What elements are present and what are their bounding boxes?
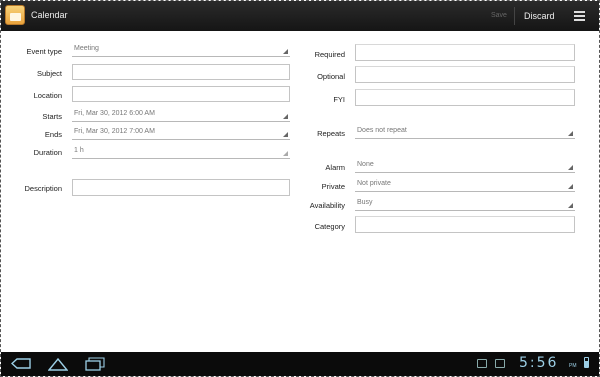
- notification-icons[interactable]: [477, 359, 505, 368]
- dropdown-arrow-icon: [568, 203, 573, 208]
- private-label: Private: [321, 182, 345, 191]
- app-title: Calendar: [31, 10, 68, 20]
- duration-value: 1 h: [74, 147, 84, 154]
- required-input[interactable]: [355, 44, 575, 61]
- ends-label: Ends: [44, 130, 62, 139]
- fyi-label: FYI: [333, 95, 345, 104]
- optional-field[interactable]: [358, 67, 574, 82]
- subject-field[interactable]: [75, 65, 289, 79]
- duration-dropdown[interactable]: 1 h: [72, 145, 290, 159]
- battery-icon: [584, 357, 589, 368]
- category-label: Category: [314, 222, 345, 231]
- description-field[interactable]: [75, 180, 289, 195]
- clock[interactable]: 5:56: [519, 355, 558, 371]
- ends-value: Fri, Mar 30, 2012 7:00 AM: [74, 128, 155, 135]
- subject-label: Subject: [36, 69, 62, 78]
- optional-label: Optional: [317, 72, 345, 81]
- optional-input[interactable]: [355, 66, 575, 83]
- ends-dropdown[interactable]: Fri, Mar 30, 2012 7:00 AM: [72, 126, 290, 140]
- starts-value: Fri, Mar 30, 2012 6:00 AM: [74, 110, 155, 117]
- required-label: Required: [314, 50, 345, 59]
- recent-apps-icon[interactable]: [85, 357, 105, 371]
- location-field[interactable]: [75, 87, 289, 101]
- availability-value: Busy: [357, 199, 373, 206]
- event-type-label: Event type: [26, 47, 62, 56]
- private-value: Not private: [357, 180, 391, 187]
- starts-dropdown[interactable]: Fri, Mar 30, 2012 6:00 AM: [72, 108, 290, 122]
- overflow-menu-icon[interactable]: [574, 11, 585, 21]
- back-icon[interactable]: [11, 358, 31, 369]
- alarm-value: None: [357, 161, 374, 168]
- repeats-dropdown[interactable]: Does not repeat: [355, 125, 575, 139]
- action-bar: Calendar Save Discard: [1, 1, 599, 31]
- action-bar-divider: [514, 7, 515, 25]
- clock-ampm: PM: [569, 363, 577, 369]
- dropdown-arrow-icon: [283, 151, 288, 156]
- calendar-icon[interactable]: [5, 5, 25, 25]
- category-field[interactable]: [358, 217, 574, 232]
- description-label: Description: [24, 184, 62, 193]
- home-icon[interactable]: [48, 357, 68, 371]
- dropdown-arrow-icon: [568, 131, 573, 136]
- duration-label: Duration: [33, 148, 62, 157]
- alarm-dropdown[interactable]: None: [355, 159, 575, 173]
- discard-button[interactable]: Discard: [524, 11, 555, 21]
- event-type-value: Meeting: [74, 45, 99, 52]
- repeats-label: Repeats: [317, 129, 345, 138]
- dropdown-arrow-icon: [568, 165, 573, 170]
- availability-dropdown[interactable]: Busy: [355, 197, 575, 211]
- alarm-label: Alarm: [325, 163, 345, 172]
- save-button[interactable]: Save: [491, 12, 507, 19]
- dropdown-arrow-icon: [568, 184, 573, 189]
- event-type-dropdown[interactable]: Meeting: [72, 43, 290, 57]
- location-label: Location: [33, 91, 62, 100]
- repeats-value: Does not repeat: [357, 127, 407, 134]
- required-field[interactable]: [358, 45, 574, 60]
- subject-input[interactable]: [72, 64, 290, 80]
- system-nav-bar: 5:56 PM: [1, 352, 599, 376]
- starts-label: Starts: [42, 112, 62, 121]
- private-dropdown[interactable]: Not private: [355, 178, 575, 192]
- fyi-input[interactable]: [355, 89, 575, 106]
- location-input[interactable]: [72, 86, 290, 102]
- description-input[interactable]: [72, 179, 290, 196]
- category-input[interactable]: [355, 216, 575, 233]
- availability-label: Availability: [309, 201, 345, 210]
- notification-icon: [477, 359, 487, 368]
- notification-icon: [495, 359, 505, 368]
- dropdown-arrow-icon: [283, 114, 288, 119]
- fyi-field[interactable]: [358, 90, 574, 105]
